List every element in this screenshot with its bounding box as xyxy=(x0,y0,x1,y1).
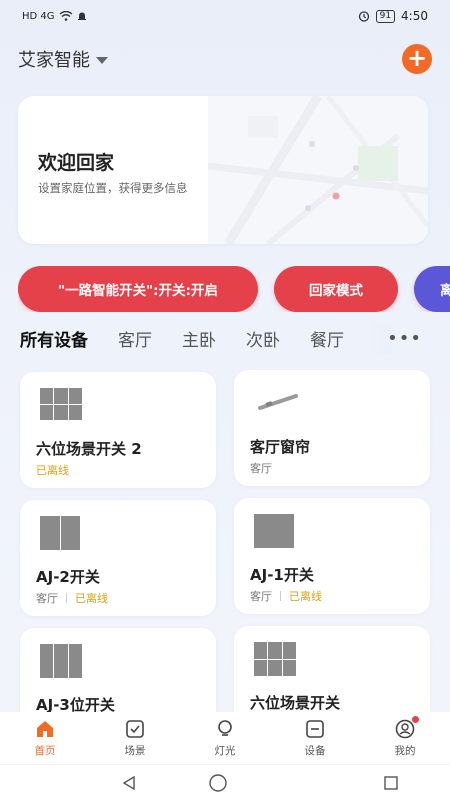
wifi-icon xyxy=(59,11,72,21)
status-bar: HD 4G 91 4:50 xyxy=(0,0,450,32)
nav-home[interactable]: 首页 xyxy=(15,718,75,758)
nav-label: 场景 xyxy=(124,745,146,757)
nav-scenes[interactable]: 场景 xyxy=(105,718,165,758)
nav-profile[interactable]: 我的 xyxy=(375,716,435,758)
room-tabs: 所有设备 客厅 主卧 次卧 餐厅 ••• xyxy=(20,322,450,354)
six-gang-switch-icon xyxy=(254,642,296,676)
clock: 4:50 xyxy=(401,9,428,23)
nav-label: 我的 xyxy=(394,745,416,757)
system-nav xyxy=(0,764,450,800)
plus-icon: + xyxy=(406,44,428,72)
caret-down-icon xyxy=(96,56,108,64)
device-name: 六位场景开关 2 xyxy=(36,440,142,458)
home-name: 艾家智能 xyxy=(18,50,90,71)
device-card[interactable]: AJ-1开关 客厅 已离线 xyxy=(234,498,430,614)
device-room: 客厅 xyxy=(36,592,58,605)
tab-all-devices[interactable]: 所有设备 xyxy=(20,326,88,351)
device-meta: 已离线 xyxy=(36,462,69,478)
device-meta: 客厅 已离线 xyxy=(36,590,108,606)
device-card[interactable]: AJ-2开关 客厅 已离线 xyxy=(20,500,216,616)
device-card[interactable]: 六位场景开关 2 已离线 xyxy=(20,372,216,488)
status-right: 91 4:50 xyxy=(358,9,428,23)
scene-pill-smart-switch[interactable]: "一路智能开关":开关:开启 xyxy=(18,266,258,312)
nav-label: 灯光 xyxy=(214,745,236,757)
device-status: 已离线 xyxy=(75,592,108,605)
device-meta: 客厅 xyxy=(250,460,272,476)
more-tabs-button[interactable]: ••• xyxy=(387,328,422,349)
welcome-title: 欢迎回家 xyxy=(38,152,115,174)
device-status: 已离线 xyxy=(36,464,69,477)
status-left: HD 4G xyxy=(22,11,87,22)
welcome-card[interactable]: 欢迎回家 设置家庭位置，获得更多信息 xyxy=(18,96,428,244)
three-gang-switch-icon xyxy=(40,644,82,678)
header: 艾家智能 + xyxy=(18,44,432,74)
alarm-icon xyxy=(358,11,369,22)
bottom-nav: 首页 场景 灯光 设备 我的 xyxy=(0,712,450,764)
six-gang-switch-icon xyxy=(40,388,82,420)
scene-pill-home-mode[interactable]: 回家模式 xyxy=(274,266,398,312)
tab-living-room[interactable]: 客厅 xyxy=(118,326,152,351)
home-selector[interactable]: 艾家智能 xyxy=(18,46,108,72)
nav-lights[interactable]: 灯光 xyxy=(195,718,255,758)
add-device-button[interactable]: + xyxy=(402,44,432,74)
home-icon xyxy=(37,721,53,737)
meta-divider xyxy=(280,591,281,601)
one-gang-switch-icon xyxy=(254,514,294,548)
nav-label: 首页 xyxy=(34,745,56,757)
battery-indicator: 91 xyxy=(375,9,396,23)
notification-dot xyxy=(412,716,419,723)
device-name: AJ-1开关 xyxy=(250,566,314,584)
nav-label: 设备 xyxy=(304,745,326,757)
recents-icon[interactable] xyxy=(382,774,400,792)
tab-master-bedroom[interactable]: 主卧 xyxy=(182,326,216,351)
device-meta: 客厅 已离线 xyxy=(250,588,322,604)
two-gang-switch-icon xyxy=(40,516,80,550)
home-circle-icon[interactable] xyxy=(208,773,228,793)
meta-divider xyxy=(66,593,67,603)
device-icon xyxy=(306,720,324,738)
quick-scenes: "一路智能开关":开关:开启 回家模式 离 xyxy=(18,266,450,312)
back-icon[interactable] xyxy=(120,774,138,792)
curtain-rail-icon xyxy=(258,394,298,410)
scene-pill-away-mode[interactable]: 离 xyxy=(414,266,450,312)
map-illustration xyxy=(208,96,428,244)
tab-second-bedroom[interactable]: 次卧 xyxy=(246,326,280,351)
nav-devices[interactable]: 设备 xyxy=(285,718,345,758)
device-name: AJ-2开关 xyxy=(36,568,100,586)
device-room: 客厅 xyxy=(250,590,272,603)
device-room: 客厅 xyxy=(250,462,272,475)
device-status: 已离线 xyxy=(289,590,322,603)
device-name: 六位场景开关 xyxy=(250,694,341,712)
signal-indicator: HD 4G xyxy=(22,10,55,22)
bulb-icon xyxy=(218,720,232,736)
scene-icon xyxy=(126,720,144,738)
device-card[interactable]: 客厅窗帘 客厅 xyxy=(234,370,430,486)
notification-bell-icon xyxy=(77,12,86,20)
device-name: 客厅窗帘 xyxy=(250,438,311,456)
welcome-subtitle: 设置家庭位置，获得更多信息 xyxy=(38,181,188,195)
tab-dining-room[interactable]: 餐厅 xyxy=(310,326,344,351)
